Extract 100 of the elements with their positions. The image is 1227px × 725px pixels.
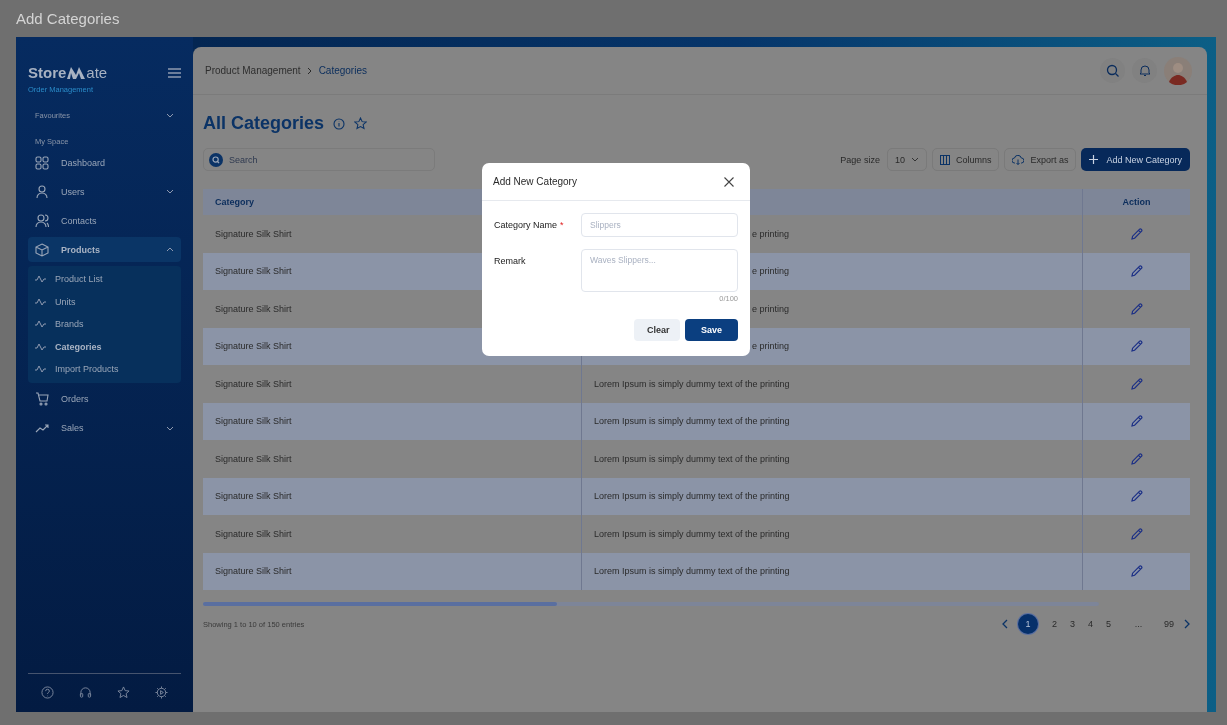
export-button[interactable]: Export as — [1004, 148, 1077, 171]
submenu-item[interactable]: Units — [28, 290, 181, 313]
table-cell: Signature Silk Shirt — [215, 566, 292, 577]
columns-icon — [939, 154, 950, 165]
star-icon[interactable] — [354, 117, 368, 130]
chevron-down-icon — [910, 157, 919, 162]
save-button[interactable]: Save — [685, 319, 738, 341]
pulse-icon — [35, 320, 46, 329]
cloud-download-icon — [1012, 154, 1025, 165]
page-size-dropdown[interactable]: 10 — [886, 148, 927, 171]
clear-button[interactable]: Clear — [634, 319, 680, 341]
nav-item[interactable]: Contacts — [28, 208, 181, 233]
previous-page-icon[interactable] — [1002, 619, 1009, 629]
edit-icon[interactable] — [1130, 565, 1143, 578]
pulse-icon — [35, 342, 46, 351]
pulse-icon — [35, 275, 46, 284]
page-button[interactable]: 2 — [1050, 619, 1059, 629]
table-cell: Lorem Ipsum is simply dummy text of the printing — [594, 528, 790, 539]
plus-icon — [1089, 155, 1099, 164]
edit-icon[interactable] — [1130, 377, 1143, 390]
edit-icon[interactable] — [1130, 265, 1143, 278]
edit-icon[interactable] — [1130, 415, 1143, 428]
table-cell: e printing — [752, 266, 790, 277]
page-button[interactable]: 3 — [1068, 619, 1077, 629]
page-button[interactable]: 1 — [1018, 614, 1038, 634]
table-cell: Signature Silk Shirt — [215, 228, 292, 239]
table-cell: Signature Silk Shirt — [215, 416, 292, 427]
columns-button[interactable]: Columns — [931, 148, 1000, 171]
edit-icon[interactable] — [1130, 227, 1143, 240]
close-icon[interactable] — [724, 176, 734, 187]
window-title: Add Categories — [16, 10, 120, 27]
table-cell: e printing — [752, 228, 790, 239]
table-cell: Lorem Ipsum is simply dummy text of the printing — [594, 378, 790, 389]
pulse-icon — [35, 297, 46, 306]
table-cell: Signature Silk Shirt — [215, 303, 292, 314]
page-button[interactable]: 5 — [1104, 619, 1113, 629]
page-button[interactable]: 4 — [1086, 619, 1095, 629]
table-cell: Signature Silk Shirt — [215, 378, 292, 389]
table-cell: Signature Silk Shirt — [215, 528, 292, 539]
nav-item[interactable]: Dashboard — [28, 150, 181, 175]
info-icon[interactable] — [333, 117, 346, 130]
table-cell: Signature Silk Shirt — [215, 341, 292, 352]
edit-icon[interactable] — [1130, 302, 1143, 315]
users-icon — [35, 213, 49, 228]
input-field[interactable]: Slippers — [581, 213, 738, 237]
nav-item[interactable]: Users — [28, 179, 181, 204]
table-cell: Signature Silk Shirt — [215, 491, 292, 502]
edit-icon[interactable] — [1130, 340, 1143, 353]
table-cell: Lorem Ipsum is simply dummy text of the printing — [594, 491, 790, 502]
add-button[interactable]: Add New Category — [1081, 148, 1190, 171]
table-cell: Lorem Ipsum is simply dummy text of the printing — [594, 416, 790, 427]
user-icon — [35, 184, 49, 199]
column-header: Category — [215, 197, 254, 207]
help-icon[interactable] — [40, 686, 54, 699]
search-field[interactable]: Search — [203, 148, 435, 171]
menu-icon[interactable] — [168, 67, 181, 78]
page-button[interactable]: ... — [1134, 619, 1143, 629]
cart-icon — [35, 392, 49, 406]
search-button[interactable] — [1100, 58, 1125, 83]
pulse-icon — [35, 365, 46, 374]
bell-icon — [1138, 64, 1151, 77]
submenu-item[interactable]: Product List — [28, 268, 181, 291]
textarea-field[interactable]: Waves Slippers... — [581, 249, 738, 292]
breadcrumb-current: Categories — [318, 65, 367, 76]
table-cell: Lorem Ipsum is simply dummy text of the printing — [594, 453, 790, 464]
headphones-icon[interactable] — [78, 686, 92, 699]
column-header: Action — [1122, 197, 1151, 207]
field-label: Remark — [494, 255, 527, 268]
breadcrumb-link[interactable]: Product Management — [205, 65, 301, 76]
nav-item[interactable]: Products — [28, 237, 181, 262]
avatar-icon[interactable] — [1164, 56, 1192, 85]
next-page-icon[interactable] — [1183, 619, 1190, 629]
page-title: All Categories — [203, 113, 325, 134]
table-cell: Lorem Ipsum is simply dummy text of the printing — [594, 566, 790, 577]
edit-icon[interactable] — [1130, 452, 1143, 465]
settings-icon[interactable] — [155, 686, 169, 699]
edit-icon[interactable] — [1130, 490, 1143, 503]
grid-icon — [35, 155, 49, 170]
table-cell: Signature Silk Shirt — [215, 453, 292, 464]
edit-icon[interactable] — [1130, 527, 1143, 540]
table-cell: e printing — [752, 341, 790, 352]
notification-button[interactable] — [1132, 58, 1157, 83]
table-cell: Signature Silk Shirt — [215, 266, 292, 277]
submenu-item[interactable]: Import Products — [28, 358, 181, 381]
nav-item[interactable]: Orders — [28, 386, 181, 412]
trend-icon — [35, 421, 49, 435]
chevron-right-icon — [306, 66, 313, 75]
dialog-title: Add New Category — [493, 176, 577, 187]
nav-item[interactable]: Sales — [28, 415, 181, 441]
submenu-item[interactable]: Categories — [28, 335, 181, 358]
submenu-item[interactable]: Brands — [28, 313, 181, 336]
star-icon[interactable] — [117, 686, 131, 699]
search-icon — [209, 152, 223, 167]
logo: Store ate — [28, 64, 108, 81]
search-icon — [1105, 63, 1120, 78]
field-label: Category Name * — [494, 219, 565, 232]
table-cell: e printing — [752, 303, 790, 314]
page-button[interactable]: 99 — [1164, 619, 1174, 629]
page-size-label: Page size — [840, 154, 880, 165]
box-icon — [35, 242, 49, 257]
